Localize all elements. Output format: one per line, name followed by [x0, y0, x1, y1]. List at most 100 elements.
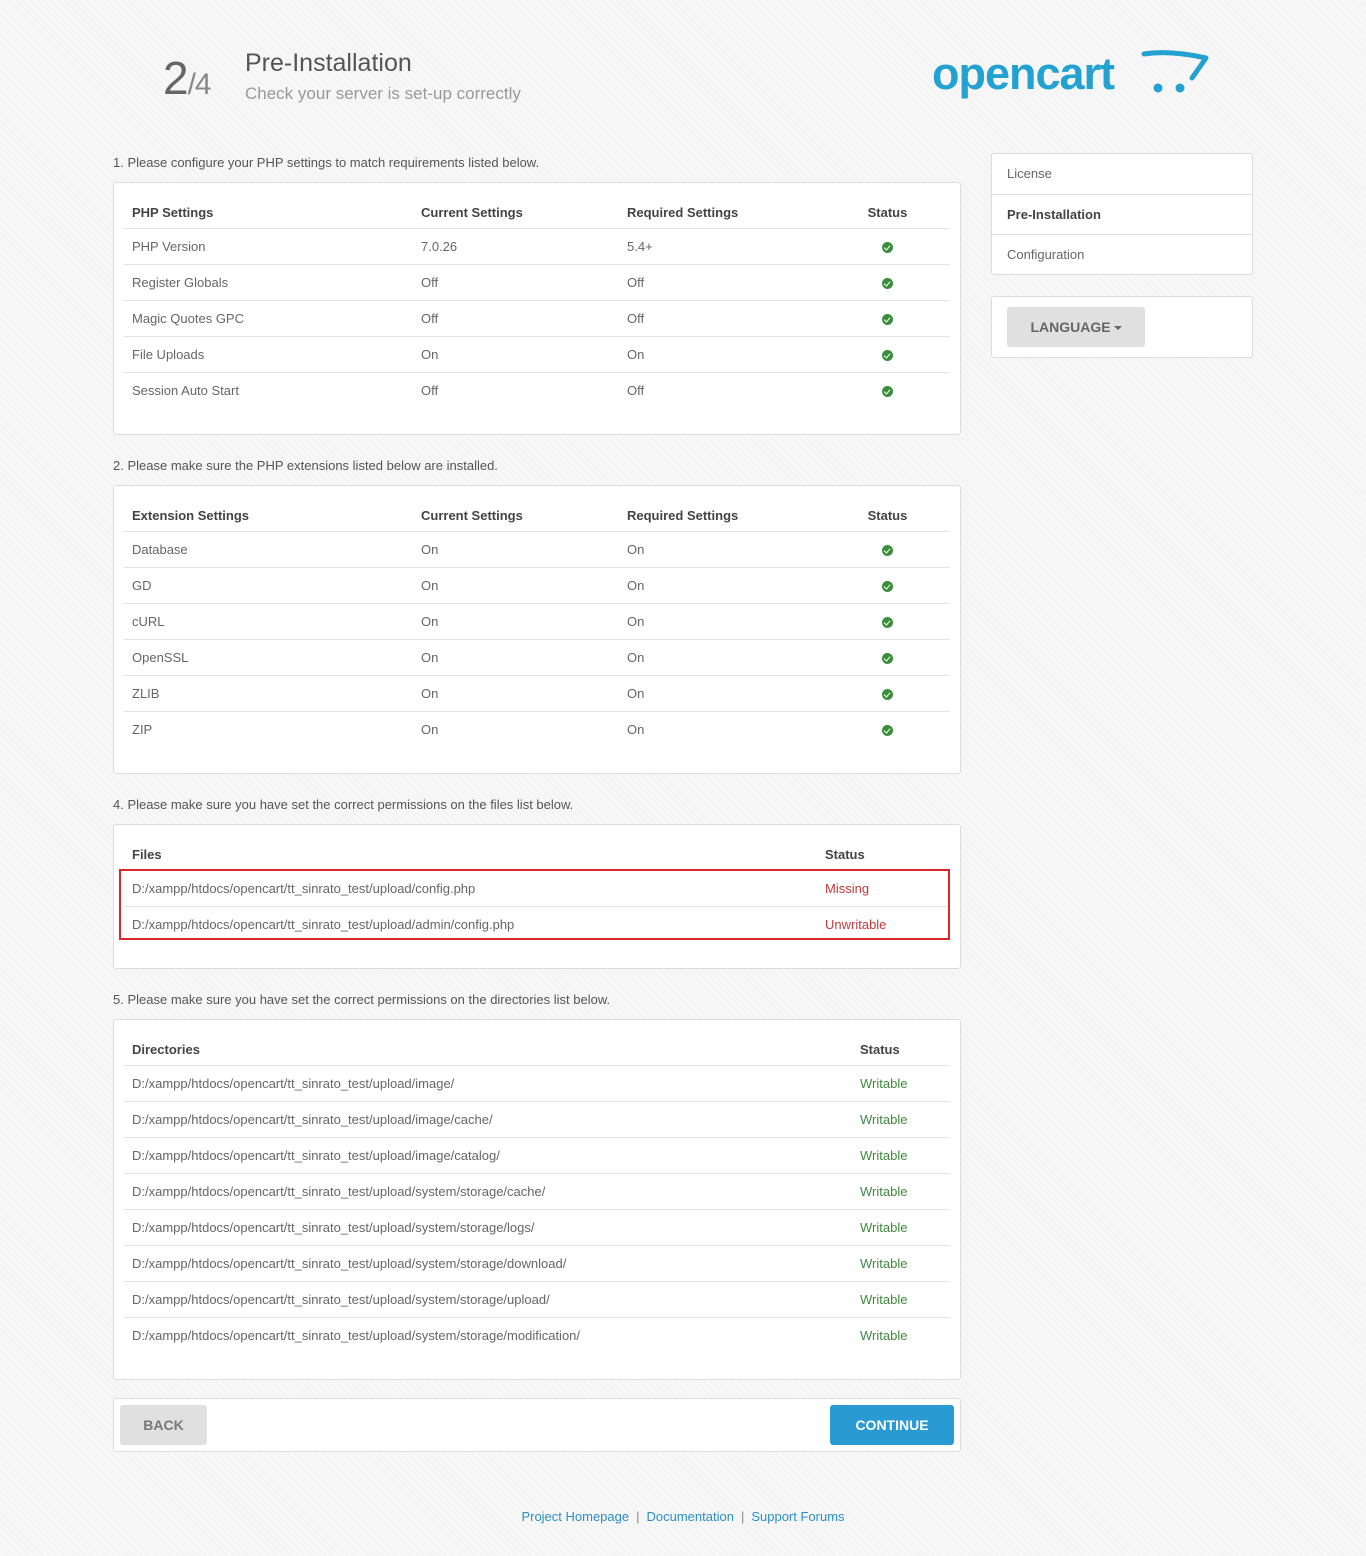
check-circle-icon: [882, 688, 893, 700]
table-row: Session Auto Start Off Off: [124, 371, 950, 408]
documentation-link[interactable]: Documentation: [647, 1509, 734, 1524]
required-setting: On: [619, 530, 825, 567]
check-circle-icon: [882, 241, 893, 253]
extension-name: cURL: [124, 602, 413, 639]
check-circle-icon: [882, 724, 893, 736]
check-circle-icon: [882, 385, 893, 397]
directory-path: D:/xampp/htdocs/opencart/tt_sinrato_test…: [124, 1316, 852, 1353]
required-setting: Off: [619, 299, 825, 336]
setting-name: Session Auto Start: [124, 371, 413, 408]
current-setting: Off: [413, 371, 619, 408]
page-header: 2/4 Pre-Installation Check your server i…: [0, 0, 1366, 130]
logo-text: opencart: [932, 48, 1115, 99]
check-circle-icon: [882, 616, 893, 628]
required-setting: On: [619, 674, 825, 711]
directory-path: D:/xampp/htdocs/opencart/tt_sinrato_test…: [124, 1064, 852, 1101]
col-header: Extension Settings: [132, 508, 250, 524]
button-bar: BACK CONTINUE: [113, 1398, 961, 1452]
continue-button[interactable]: CONTINUE: [830, 1405, 954, 1445]
col-header: Directories: [132, 1042, 200, 1058]
sidebar-item-configuration[interactable]: Configuration: [992, 234, 1252, 274]
extensions-table: Extension Settings Current Settings Requ…: [124, 501, 950, 747]
directory-status: Writable: [852, 1244, 950, 1281]
col-header: Current Settings: [421, 205, 523, 221]
step-indicator: 2/4: [163, 50, 212, 113]
file-path: D:/xampp/htdocs/opencart/tt_sinrato_test…: [124, 905, 817, 942]
table-row: GD On On: [124, 566, 950, 603]
footer-separator: |: [740, 1509, 745, 1524]
step-total: /4: [187, 68, 212, 101]
table-row: PHP Version 7.0.26 5.4+: [124, 227, 950, 264]
check-circle-icon: [882, 580, 893, 592]
required-setting: Off: [619, 263, 825, 300]
back-button[interactable]: BACK: [120, 1405, 207, 1445]
footer: Project Homepage | Documentation | Support F…: [0, 1506, 1366, 1528]
required-setting: On: [619, 710, 825, 747]
directory-path: D:/xampp/htdocs/opencart/tt_sinrato_test…: [124, 1280, 852, 1317]
setting-name: File Uploads: [124, 335, 413, 372]
table-row: cURL On On: [124, 602, 950, 639]
sidebar-item-pre-installation[interactable]: Pre-Installation: [992, 194, 1252, 234]
page-title: Pre-Installation: [245, 49, 412, 77]
table-row: D:/xampp/htdocs/opencart/tt_sinrato_test…: [124, 1100, 950, 1137]
setting-name: Magic Quotes GPC: [124, 299, 413, 336]
extensions-section-title: 2. Please make sure the PHP extensions l…: [113, 458, 498, 473]
install-steps-nav: License Pre-Installation Configuration: [991, 153, 1253, 275]
col-header: Status: [825, 847, 865, 863]
check-circle-icon: [882, 349, 893, 361]
page-subtitle: Check your server is set-up correctly: [245, 84, 521, 103]
language-label: LANGUAGE: [1030, 319, 1111, 335]
directory-status: Writable: [852, 1064, 950, 1101]
setting-name: PHP Version: [124, 227, 413, 264]
language-dropdown-button[interactable]: LANGUAGE: [1007, 307, 1145, 347]
language-panel: LANGUAGE: [991, 296, 1253, 358]
table-row: D:/xampp/htdocs/opencart/tt_sinrato_test…: [124, 1280, 950, 1317]
current-setting: Off: [413, 299, 619, 336]
directories-panel: Directories Status D:/xampp/htdocs/openc…: [113, 1019, 961, 1380]
directory-status: Writable: [852, 1136, 950, 1173]
check-circle-icon: [882, 313, 893, 325]
col-header: Status: [867, 508, 908, 524]
current-setting: On: [413, 638, 619, 675]
table-row: D:/xampp/htdocs/opencart/tt_sinrato_test…: [124, 1316, 950, 1353]
support-forums-link[interactable]: Support Forums: [751, 1509, 844, 1524]
directory-path: D:/xampp/htdocs/opencart/tt_sinrato_test…: [124, 1244, 852, 1281]
required-setting: 5.4+: [619, 227, 825, 264]
sidebar-item-license[interactable]: License: [992, 154, 1252, 194]
current-setting: On: [413, 335, 619, 372]
col-header: Status: [867, 205, 908, 221]
directory-path: D:/xampp/htdocs/opencart/tt_sinrato_test…: [124, 1100, 852, 1137]
table-row: D:/xampp/htdocs/opencart/tt_sinrato_test…: [124, 1208, 950, 1245]
required-setting: On: [619, 335, 825, 372]
directories-section-title: 5. Please make sure you have set the cor…: [113, 992, 611, 1007]
required-setting: On: [619, 602, 825, 639]
current-setting: On: [413, 602, 619, 639]
current-setting: Off: [413, 263, 619, 300]
php-section-title: 1. Please configure your PHP settings to…: [113, 155, 540, 170]
files-table: Files Status D:/xampp/htdocs/opencart/tt…: [124, 840, 950, 942]
table-row: D:/xampp/htdocs/opencart/tt_sinrato_test…: [124, 905, 950, 942]
table-row: D:/xampp/htdocs/opencart/tt_sinrato_test…: [124, 1064, 950, 1101]
directory-path: D:/xampp/htdocs/opencart/tt_sinrato_test…: [124, 1172, 852, 1209]
current-setting: On: [413, 674, 619, 711]
cart-icon: [1141, 50, 1209, 93]
table-row: D:/xampp/htdocs/opencart/tt_sinrato_test…: [124, 869, 950, 906]
directory-status: Writable: [852, 1172, 950, 1209]
table-row: Register Globals Off Off: [124, 263, 950, 300]
directory-status: Writable: [852, 1208, 950, 1245]
extension-name: GD: [124, 566, 413, 603]
main-content: 1. Please configure your PHP settings to…: [113, 150, 961, 1452]
table-row: ZLIB On On: [124, 674, 950, 711]
col-header: Required Settings: [627, 205, 739, 221]
table-row: Database On On: [124, 530, 950, 567]
table-row: D:/xampp/htdocs/opencart/tt_sinrato_test…: [124, 1244, 950, 1281]
extension-name: OpenSSL: [124, 638, 413, 675]
check-circle-icon: [882, 544, 893, 556]
setting-name: Register Globals: [124, 263, 413, 300]
opencart-logo: opencart: [932, 44, 1212, 104]
table-row: File Uploads On On: [124, 335, 950, 372]
col-header: Current Settings: [421, 508, 523, 524]
project-homepage-link[interactable]: Project Homepage: [521, 1509, 629, 1524]
directory-path: D:/xampp/htdocs/opencart/tt_sinrato_test…: [124, 1208, 852, 1245]
directory-status: Writable: [852, 1100, 950, 1137]
